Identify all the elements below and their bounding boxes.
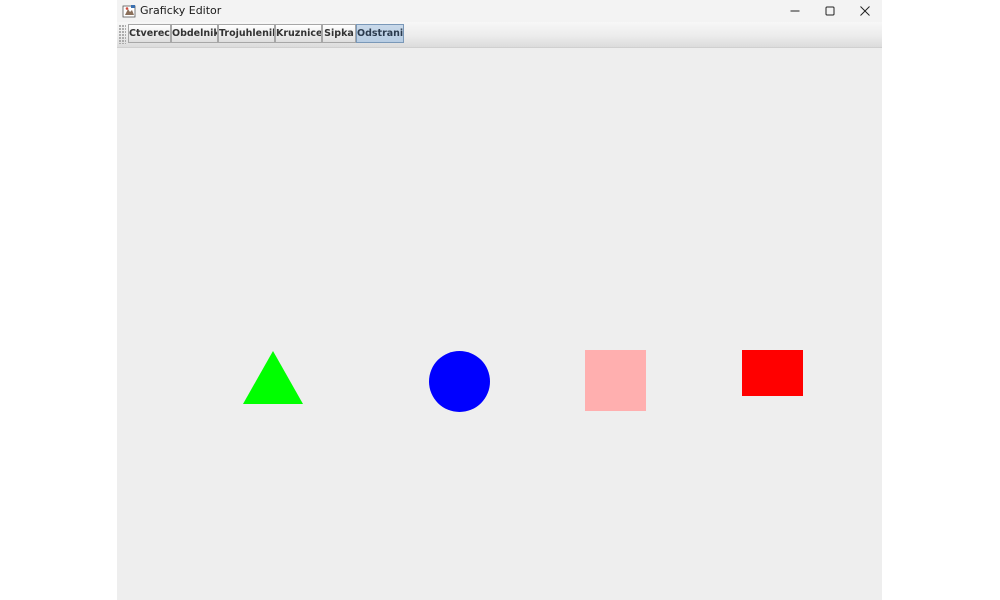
minimize-button[interactable] [778,0,812,22]
delete-tool-button[interactable]: Odstranit [356,24,404,43]
circle-tool-button[interactable]: Kruznice [275,24,322,43]
maximize-icon [825,6,835,16]
maximize-button[interactable] [813,0,847,22]
rectangle-tool-button[interactable]: Obdelnik [171,24,218,43]
toolbar: Ctverec Obdelnik Trojuhlenik Kruznice Si… [117,22,882,48]
blue-circle-shape[interactable] [429,351,490,412]
circle-fill [429,351,490,412]
triangle-tool-button[interactable]: Trojuhlenik [218,24,275,43]
square-tool-button[interactable]: Ctverec [128,24,171,43]
toolbar-grip-handle[interactable] [119,25,126,44]
triangle-fill [243,351,303,404]
java-app-icon [122,5,136,18]
close-button[interactable] [848,0,882,22]
app-window: Graficky Editor Ctverec Obdelnik Trojuhl… [117,0,882,600]
close-icon [860,6,870,16]
red-rectangle-shape[interactable] [742,350,803,396]
drawing-canvas[interactable] [117,48,882,600]
arrow-tool-button[interactable]: Sipka [322,24,356,43]
green-triangle-shape[interactable] [243,351,303,404]
window-title: Graficky Editor [140,4,222,17]
title-bar[interactable]: Graficky Editor [117,0,882,22]
pink-square-shape[interactable] [585,350,646,411]
minimize-icon [790,10,800,12]
